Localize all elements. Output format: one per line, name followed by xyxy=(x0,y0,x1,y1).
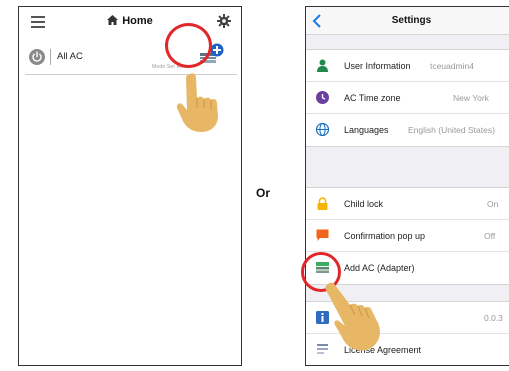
settings-row-user-information[interactable]: User Information tceuadmin4 xyxy=(306,50,509,82)
clock-icon xyxy=(316,91,329,104)
power-icon[interactable] xyxy=(29,49,45,65)
row-value: Off xyxy=(484,231,496,241)
row-label: Languages xyxy=(344,125,389,135)
home-title-text: Home xyxy=(122,15,153,27)
lock-icon xyxy=(317,197,328,210)
row-value: 0.0.3 xyxy=(484,313,503,323)
settings-row-ac-time-zone[interactable]: AC Time zone New York xyxy=(306,82,509,114)
or-label: Or xyxy=(256,186,271,200)
row-value: English (United States) xyxy=(408,125,495,135)
row-label: Confirmation pop up xyxy=(344,231,426,241)
home-icon xyxy=(107,15,119,25)
user-icon xyxy=(317,59,328,72)
settings-section-account: User Information tceuadmin4 AC Time zone… xyxy=(306,49,509,147)
page-title: Settings xyxy=(391,15,432,26)
chat-icon xyxy=(316,229,329,241)
settings-row-languages[interactable]: Languages English (United States) xyxy=(306,114,509,146)
home-screen: Home All AC Mode Set Room xyxy=(18,6,242,366)
pointing-hand-icon xyxy=(176,73,218,132)
settings-header: Settings xyxy=(306,7,509,35)
ac-name: All AC xyxy=(57,51,83,62)
row-label: Add AC (Adapter) xyxy=(344,263,415,273)
row-value: On xyxy=(487,199,499,209)
settings-row-confirmation-pop-up[interactable]: Confirmation pop up Off xyxy=(306,220,509,252)
settings-row-child-lock[interactable]: Child lock On xyxy=(306,188,509,220)
row-label: Child lock xyxy=(344,199,384,209)
row-label: User Information xyxy=(344,61,411,71)
pointing-hand-icon xyxy=(325,282,380,351)
row-label: AC Time zone xyxy=(344,93,401,103)
globe-icon xyxy=(316,123,329,136)
page-title: Home xyxy=(19,15,241,27)
row-value: New York xyxy=(453,93,489,103)
row-value: tceuadmin4 xyxy=(430,61,474,71)
highlight-circle xyxy=(165,23,212,68)
gear-icon[interactable] xyxy=(217,14,231,28)
divider xyxy=(50,49,51,65)
